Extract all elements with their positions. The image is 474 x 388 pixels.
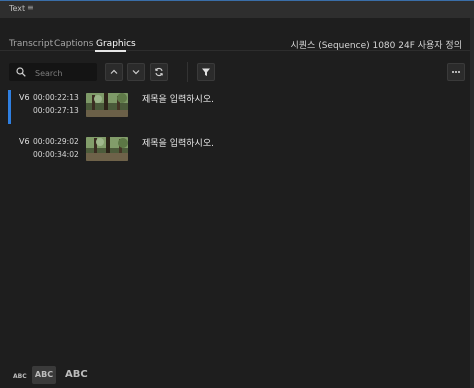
search-box[interactable] xyxy=(9,63,97,81)
timecode-in: 00:00:29:02 xyxy=(33,137,79,146)
timecode-out: 00:00:27:13 xyxy=(33,106,79,115)
selection-indicator xyxy=(8,90,11,124)
track-label: V6 xyxy=(19,137,30,146)
more-icon xyxy=(452,71,460,73)
search-input[interactable] xyxy=(33,65,97,81)
hamburger-icon[interactable]: ≡ xyxy=(27,3,34,12)
chevron-up-icon xyxy=(110,69,118,74)
more-button[interactable] xyxy=(447,63,465,81)
active-tab-indicator xyxy=(95,50,126,52)
sequence-title: 시퀀스 (Sequence) 1080 24F 사용자 정의 xyxy=(290,41,463,51)
graphics-item[interactable]: V6 00:00:22:13 00:00:27:13 제목을 입력하시오. xyxy=(0,86,470,126)
previous-button[interactable] xyxy=(105,63,123,81)
caption-text: 제목을 입력하시오. xyxy=(142,139,214,149)
panel-title: Text xyxy=(9,4,26,13)
filter-button[interactable] xyxy=(197,63,215,81)
chevron-down-icon xyxy=(132,70,140,75)
tab-graphics[interactable]: Graphics xyxy=(96,39,136,49)
filter-icon xyxy=(202,68,210,76)
refresh-button[interactable] xyxy=(150,63,168,81)
refresh-icon xyxy=(155,67,163,77)
track-label: V6 xyxy=(19,93,30,102)
panel-header: Text ≡ xyxy=(0,0,474,18)
clip-thumbnail xyxy=(86,137,128,161)
search-icon xyxy=(16,67,26,77)
next-button[interactable] xyxy=(127,63,145,81)
clip-thumbnail xyxy=(86,93,128,117)
timecode-in: 00:00:22:13 xyxy=(33,93,79,102)
timecode-out: 00:00:34:02 xyxy=(33,150,79,159)
text-size-medium-button[interactable]: ABC xyxy=(32,366,56,384)
text-size-large-button[interactable]: ABC xyxy=(65,369,88,380)
tab-captions[interactable]: Captions xyxy=(54,39,93,49)
graphics-item[interactable]: V6 00:00:29:02 00:00:34:02 제목을 입력하시오. xyxy=(0,130,470,170)
toolbar-divider xyxy=(187,62,188,82)
text-size-small-button[interactable]: ABC xyxy=(13,373,27,380)
panel-edge xyxy=(470,18,474,388)
header-accent-line xyxy=(0,0,474,1)
tab-transcript[interactable]: Transcript xyxy=(9,39,53,49)
caption-text: 제목을 입력하시오. xyxy=(142,95,214,105)
